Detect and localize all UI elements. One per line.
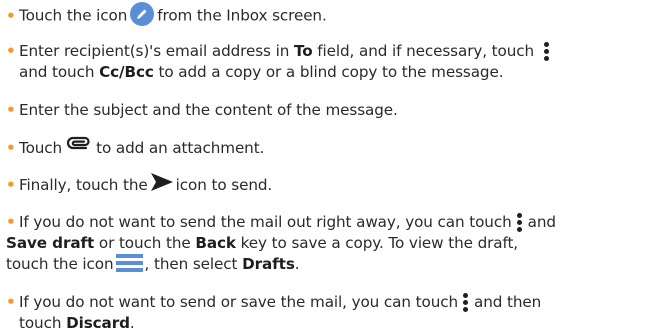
list-item-attachment: • Touch to add an attachment.: [6, 135, 264, 160]
send-icon: [150, 173, 173, 196]
pencil-icon: [130, 2, 155, 26]
list-item-subject: • Enter the subject and the content of th…: [6, 101, 398, 119]
paperclip-icon: [66, 135, 92, 158]
bullet: •: [6, 213, 16, 231]
list-item-save-draft: • If you do not want to send the mail out…: [6, 212, 556, 233]
list-item-compose: • Touch the icon from the Inbox screen.: [6, 2, 327, 28]
cc-bcc-label: Cc/Bcc: [99, 63, 154, 81]
list-item-discard: • If you do not want to send or save the …: [6, 292, 542, 313]
to-field-label: To: [293, 42, 313, 60]
discard-label: Discard: [66, 314, 130, 332]
list-item-save-draft-cont2: touch the icon, then select Drafts.: [6, 253, 300, 273]
drafts-label: Drafts: [242, 255, 295, 273]
more-options-icon: [543, 41, 551, 62]
bullet: •: [6, 101, 16, 119]
list-item-recipients: • Enter recipient(s)'s email address in T…: [6, 41, 555, 62]
bullet: •: [6, 42, 16, 60]
list-item-save-draft-cont: Save draft or touch the Back key to save…: [6, 234, 519, 252]
list-item-send: • Finally, touch the icon to send.: [6, 173, 272, 197]
bullet: •: [6, 293, 16, 311]
save-draft-label: Save draft: [6, 234, 95, 252]
bullet: •: [6, 176, 16, 194]
back-key-label: Back: [195, 234, 236, 252]
navigation-drawer-icon: [115, 253, 143, 272]
list-item-recipients-cont: and touch Cc/Bcc to add a copy or a blin…: [19, 63, 504, 81]
bullet: •: [6, 6, 16, 25]
more-options-icon: [462, 292, 470, 313]
list-item-discard-cont: touch Discard.: [19, 314, 135, 332]
bullet: •: [6, 139, 16, 157]
more-options-icon: [516, 212, 524, 233]
email-instructions: • Touch the icon from the Inbox screen. • E…: [0, 0, 655, 334]
